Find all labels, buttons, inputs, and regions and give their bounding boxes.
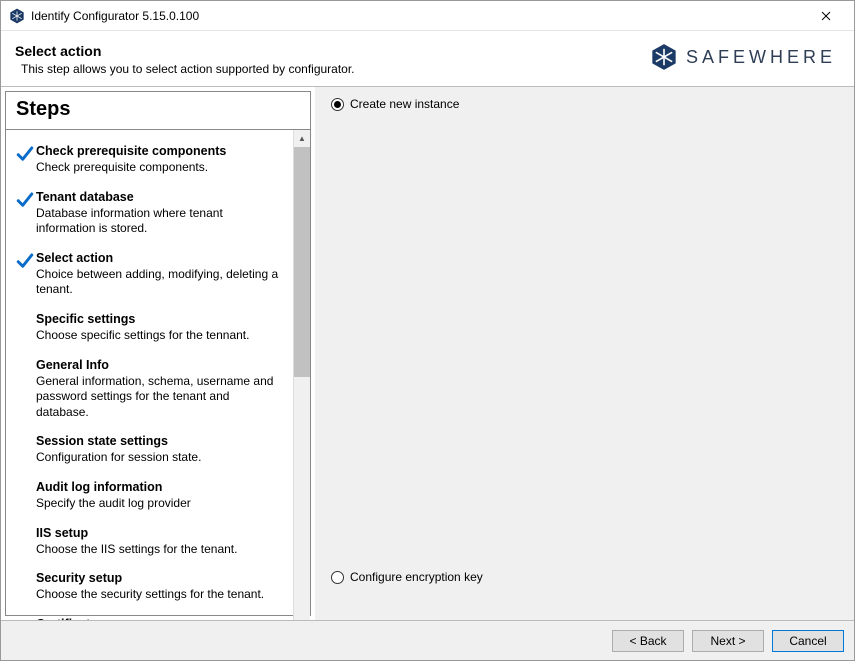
titlebar: Identify Configurator 5.15.0.100 xyxy=(1,1,854,31)
scrollbar-track[interactable] xyxy=(294,147,310,620)
steps-list: Check prerequisite components Check prere… xyxy=(6,130,293,620)
step-title: Security setup xyxy=(36,571,285,585)
step-title: Specific settings xyxy=(36,312,285,326)
step-text: Specific settings Choose specific setting… xyxy=(36,312,285,344)
options-panel: Create new instance Configure encryption… xyxy=(315,87,854,620)
radio-label: Configure encryption key xyxy=(350,570,483,584)
step-desc: Specify the audit log provider xyxy=(36,496,285,512)
page-title: Select action xyxy=(15,43,355,59)
steps-heading: Steps xyxy=(6,92,310,130)
page-description: This step allows you to select action su… xyxy=(21,62,355,76)
step-item: Certificates xyxy=(14,617,285,620)
step-text: Tenant database Database information wher… xyxy=(36,190,285,237)
step-title: IIS setup xyxy=(36,526,285,540)
back-button[interactable]: < Back xyxy=(612,630,684,652)
step-item: General Info General information, schema,… xyxy=(14,358,285,421)
radio-icon xyxy=(331,98,344,111)
step-title: Select action xyxy=(36,251,285,265)
step-title: Audit log information xyxy=(36,480,285,494)
step-desc: Choose the IIS settings for the tenant. xyxy=(36,542,285,558)
checkmark-icon xyxy=(14,480,36,512)
step-desc: Configuration for session state. xyxy=(36,450,285,466)
steps-scrollbar[interactable]: ▲ ▼ xyxy=(293,130,310,620)
close-icon xyxy=(821,11,831,21)
options-top: Create new instance xyxy=(331,97,838,570)
step-title: Certificates xyxy=(36,617,285,620)
next-button[interactable]: Next > xyxy=(692,630,764,652)
checkmark-icon xyxy=(14,434,36,466)
step-title: Tenant database xyxy=(36,190,285,204)
checkmark-icon xyxy=(14,526,36,558)
step-title: Check prerequisite components xyxy=(36,144,285,158)
radio-label: Create new instance xyxy=(350,97,459,111)
header-text-block: Select action This step allows you to se… xyxy=(15,43,355,76)
wizard-body: Steps Check prerequisite componentsCheck… xyxy=(1,86,854,620)
step-text: IIS setup Choose the IIS settings for the… xyxy=(36,526,285,558)
brand-text: SAFEWHERE xyxy=(686,47,836,68)
step-item: Select action Choice between adding, modi… xyxy=(14,251,285,298)
step-item: Security setup Choose the security settin… xyxy=(14,571,285,603)
step-item: Tenant database Database information wher… xyxy=(14,190,285,237)
scroll-up-button[interactable]: ▲ xyxy=(294,130,310,147)
step-text: Select action Choice between adding, modi… xyxy=(36,251,285,298)
step-desc: General information, schema, username an… xyxy=(36,374,285,421)
step-text: Audit log information Specify the audit l… xyxy=(36,480,285,512)
step-item: Audit log information Specify the audit l… xyxy=(14,480,285,512)
checkmark-icon xyxy=(14,144,36,176)
step-desc: Choice between adding, modifying, deleti… xyxy=(36,267,285,298)
checkmark-icon xyxy=(14,358,36,421)
step-title: General Info xyxy=(36,358,285,372)
step-desc: Choose specific settings for the tennant… xyxy=(36,328,285,344)
step-item: Session state settings Configuration for … xyxy=(14,434,285,466)
step-desc: Check prerequisite components. xyxy=(36,160,285,176)
radio-icon xyxy=(331,571,344,584)
radio-configure-encryption-key[interactable]: Configure encryption key xyxy=(331,570,838,584)
step-item: Check prerequisite components Check prere… xyxy=(14,144,285,176)
step-desc: Choose the security settings for the ten… xyxy=(36,587,285,603)
main-window: Identify Configurator 5.15.0.100 Select … xyxy=(0,0,855,661)
wizard-header: Select action This step allows you to se… xyxy=(1,31,854,86)
step-item: Specific settings Choose specific setting… xyxy=(14,312,285,344)
step-text: Certificates xyxy=(36,617,285,620)
step-title: Session state settings xyxy=(36,434,285,448)
brand-icon xyxy=(650,43,678,71)
checkmark-icon xyxy=(14,251,36,298)
scrollbar-thumb[interactable] xyxy=(294,147,310,377)
window-title: Identify Configurator 5.15.0.100 xyxy=(31,9,806,23)
brand-block: SAFEWHERE xyxy=(650,43,836,71)
step-text: Session state settings Configuration for … xyxy=(36,434,285,466)
wizard-footer: < Back Next > Cancel xyxy=(1,620,854,660)
options-bottom: Configure encryption key xyxy=(331,570,838,610)
steps-scroll-area: Check prerequisite components Check prere… xyxy=(6,130,310,620)
radio-create-new-instance[interactable]: Create new instance xyxy=(331,97,838,111)
checkmark-icon xyxy=(14,190,36,237)
app-icon xyxy=(9,8,25,24)
checkmark-icon xyxy=(14,617,36,620)
step-text: General Info General information, schema,… xyxy=(36,358,285,421)
step-text: Check prerequisite components Check prere… xyxy=(36,144,285,176)
cancel-button[interactable]: Cancel xyxy=(772,630,844,652)
step-item: IIS setup Choose the IIS settings for the… xyxy=(14,526,285,558)
steps-panel: Steps Check prerequisite componentsCheck… xyxy=(5,91,311,616)
checkmark-icon xyxy=(14,571,36,603)
step-text: Security setup Choose the security settin… xyxy=(36,571,285,603)
checkmark-icon xyxy=(14,312,36,344)
step-desc: Database information where tenant inform… xyxy=(36,206,285,237)
close-button[interactable] xyxy=(806,2,846,30)
